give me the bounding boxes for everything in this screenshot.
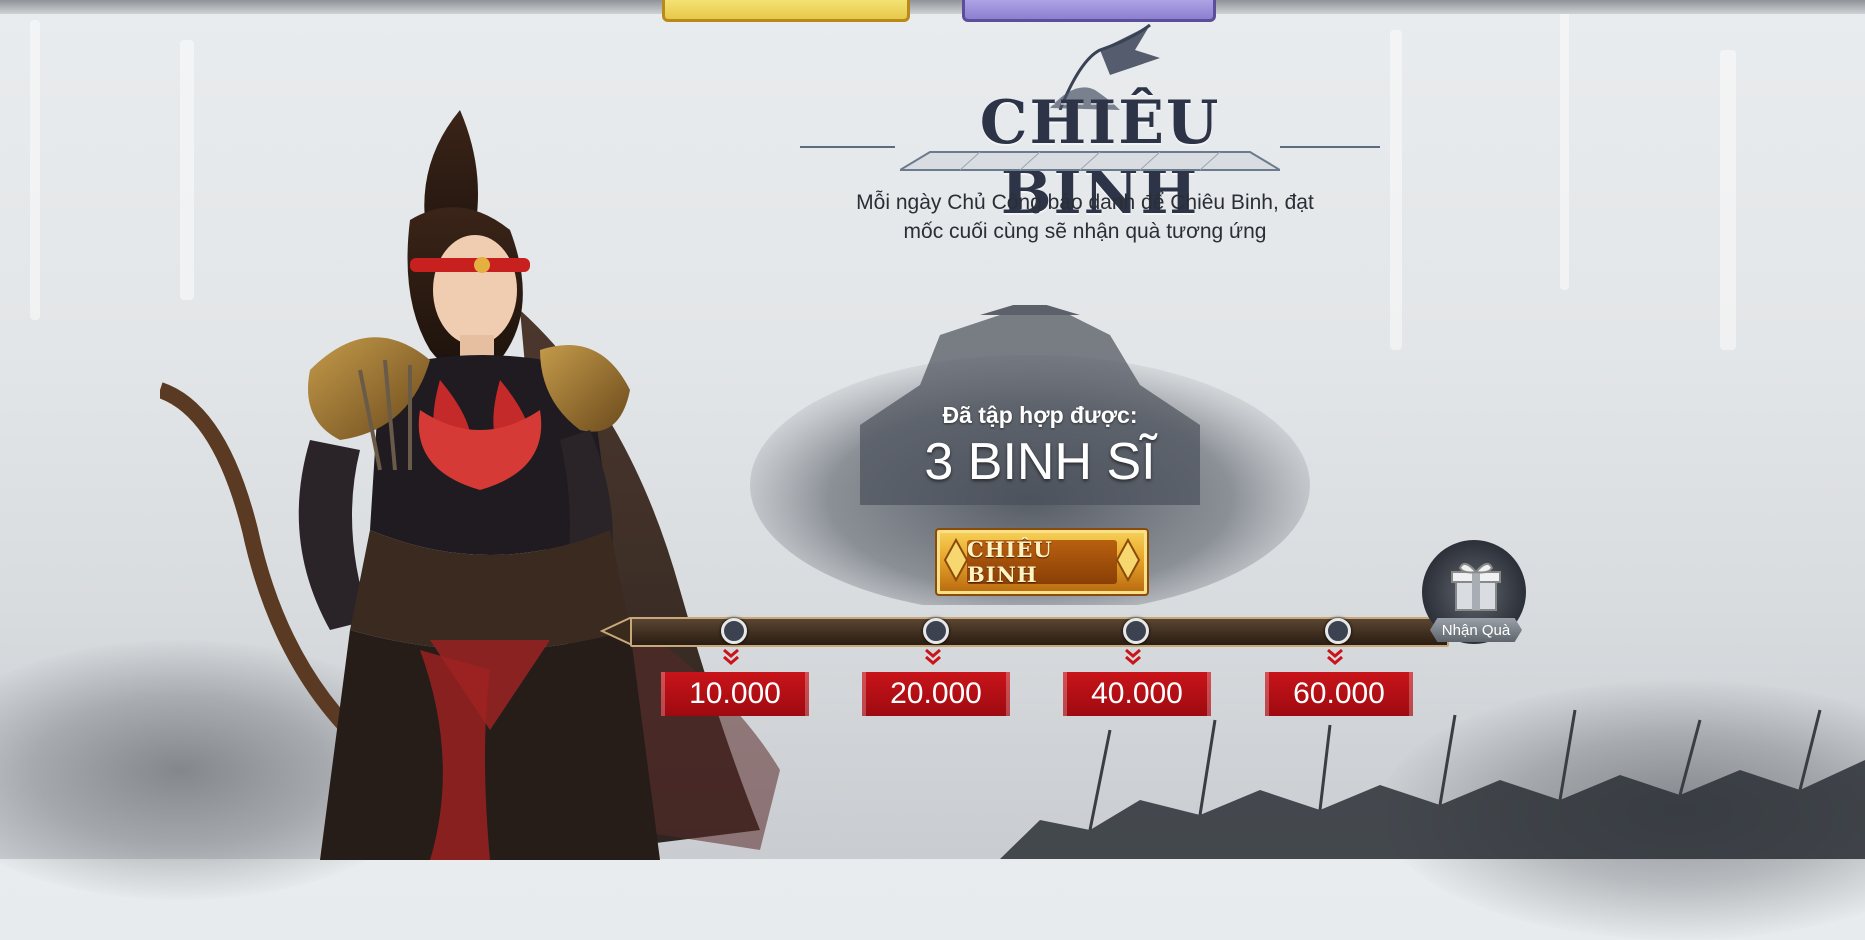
warrior-heroine-illustration [160, 110, 780, 860]
gift-box-icon [1451, 562, 1501, 611]
description-line-2: mốc cuối cùng sẽ nhận quà tương ứng [903, 220, 1267, 243]
gold-diamond-ornament-icon [943, 537, 969, 583]
double-chevron-down-icon [1125, 648, 1141, 665]
title-base-ornament [900, 151, 1280, 171]
title-divider-right [1280, 146, 1380, 148]
milestone-label-1: 10.000 [661, 672, 809, 716]
event-description: Mỗi ngày Chủ Công báo danh để Chiêu Binh… [835, 188, 1335, 246]
description-line-1: Mỗi ngày Chủ Công báo danh để Chiêu Binh… [856, 191, 1314, 214]
top-tab-purple[interactable] [962, 0, 1216, 22]
army-silhouette [1000, 709, 1865, 859]
progress-node-3 [1123, 618, 1149, 644]
claim-reward-button[interactable]: Nhận Quà [1420, 540, 1530, 650]
milestone-label-2: 20.000 [862, 672, 1010, 716]
gold-diamond-ornament-icon [1115, 537, 1141, 583]
progress-node-4 [1325, 618, 1351, 644]
collected-count: 3 BINH SĨ [924, 433, 1156, 491]
recruit-button[interactable]: CHIÊU BINH [935, 528, 1149, 596]
double-chevron-down-icon [1327, 648, 1343, 665]
progress-node-2 [923, 618, 949, 644]
collected-label: Đã tập hợp được: [942, 402, 1138, 428]
top-tab-yellow[interactable] [662, 0, 910, 22]
double-chevron-down-icon [925, 648, 941, 665]
progress-node-1 [721, 618, 747, 644]
double-chevron-down-icon [723, 648, 739, 665]
recruit-button-label: CHIÊU BINH [967, 537, 1117, 587]
claim-reward-label: Nhận Quà [1430, 618, 1522, 642]
event-title-block: CHIÊU BINH [800, 20, 1400, 228]
top-navigation-strip [0, 0, 1865, 14]
title-divider-left [800, 146, 895, 148]
